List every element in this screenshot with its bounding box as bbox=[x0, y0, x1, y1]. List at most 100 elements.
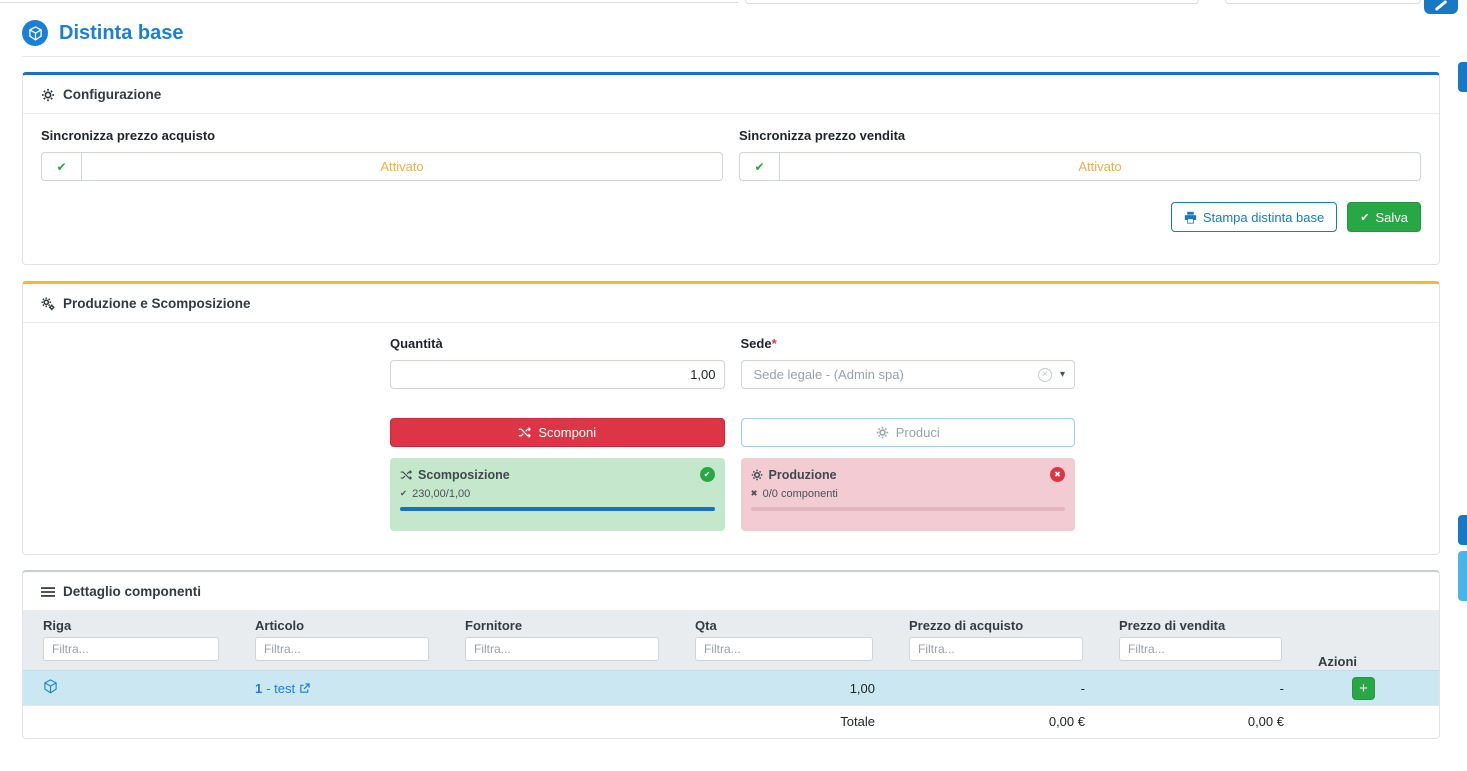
cutoff-panel-edge-middle bbox=[745, 0, 1199, 4]
print-bom-label: Stampa distinta base bbox=[1203, 210, 1324, 225]
decompose-button[interactable]: Scomponi bbox=[390, 418, 725, 447]
column-header-azioni: Azioni bbox=[1298, 611, 1439, 671]
shuffle-icon bbox=[400, 469, 412, 481]
shuffle-icon bbox=[518, 426, 531, 439]
totals-prezzo-vendita: 0,00 € bbox=[1099, 706, 1298, 739]
column-header-articolo: Articolo bbox=[235, 611, 445, 634]
article-ref: 1 bbox=[255, 681, 262, 696]
cutoff-side-button-bottom[interactable] bbox=[1458, 551, 1467, 601]
cross-icon: ✖ bbox=[751, 489, 758, 499]
components-panel: Dettaglio componenti Riga Articolo Forni… bbox=[22, 570, 1440, 739]
cross-circle-icon: ✖ bbox=[1050, 467, 1065, 482]
cutoff-panel-edge-right bbox=[1225, 0, 1421, 4]
chevron-down-icon: ▾ bbox=[1060, 369, 1065, 380]
save-button[interactable]: ✔ Salva bbox=[1347, 202, 1421, 232]
sync-sale-price-field: Sincronizza prezzo vendita ✔ Attivato bbox=[739, 128, 1421, 181]
table-header-row: Riga Articolo Fornitore Qta Prezzo di ac… bbox=[23, 611, 1439, 634]
prezzo-vendita-cell: - bbox=[1099, 671, 1298, 706]
gear-icon bbox=[876, 426, 889, 439]
add-component-button[interactable]: + bbox=[1352, 677, 1375, 700]
page-title: Distinta base bbox=[59, 22, 183, 45]
check-circle-icon: ✔ bbox=[700, 467, 715, 482]
scomposizione-status: 230,00/1,00 bbox=[412, 488, 470, 500]
azioni-cell: + bbox=[1298, 671, 1439, 706]
gear-icon bbox=[751, 469, 763, 481]
column-header-prezzo-acquisto: Prezzo di acquisto bbox=[889, 611, 1099, 634]
produce-column: Sede* Sede legale - (Admin spa) × ▾ Prod… bbox=[741, 336, 1076, 531]
printer-icon bbox=[1184, 211, 1197, 224]
scomposizione-card: Scomposizione ✔ ✔ 230,00/1,00 bbox=[390, 458, 725, 531]
gear-icon bbox=[41, 88, 55, 102]
check-icon: ✔ bbox=[400, 489, 407, 499]
article-name: - test bbox=[266, 681, 295, 696]
plus-icon: + bbox=[1359, 681, 1368, 696]
filter-prezzo-vendita-input[interactable] bbox=[1119, 637, 1282, 661]
scomposizione-card-title: Scomposizione bbox=[418, 468, 510, 482]
cutoff-panel-edge-left bbox=[0, 0, 738, 3]
components-panel-header: Dettaglio componenti bbox=[23, 572, 1439, 611]
column-header-riga: Riga bbox=[23, 611, 235, 634]
page-header: Distinta base bbox=[22, 10, 1440, 57]
table-filter-row bbox=[23, 634, 1439, 671]
totals-prezzo-acquisto: 0,00 € bbox=[889, 706, 1099, 739]
article-link[interactable]: 1 - test bbox=[255, 681, 310, 696]
required-asterisk: * bbox=[772, 336, 777, 351]
bom-module-icon bbox=[22, 20, 48, 46]
totals-row: Totale 0,00 € 0,00 € bbox=[23, 706, 1439, 739]
filter-articolo-input[interactable] bbox=[255, 637, 429, 661]
qta-cell: 1,00 bbox=[675, 671, 889, 706]
save-label: Salva bbox=[1375, 210, 1408, 225]
prezzo-acquisto-cell: - bbox=[889, 671, 1099, 706]
quantity-label: Quantità bbox=[390, 336, 725, 351]
sync-purchase-price-value[interactable]: Attivato bbox=[81, 152, 723, 181]
riga-cell bbox=[23, 671, 235, 706]
decompose-label: Scomponi bbox=[538, 425, 596, 440]
panel-title: Produzione e Scomposizione bbox=[63, 296, 251, 311]
cube-icon bbox=[43, 679, 58, 694]
filter-qta-input[interactable] bbox=[695, 637, 873, 661]
produzione-card-title: Produzione bbox=[769, 468, 837, 482]
sede-label: Sede* bbox=[741, 336, 1076, 351]
check-icon: ✔ bbox=[56, 160, 66, 174]
scomposizione-progress bbox=[400, 507, 715, 511]
check-icon: ✔ bbox=[1360, 211, 1369, 224]
sede-select[interactable]: Sede legale - (Admin spa) × ▾ bbox=[741, 360, 1076, 389]
configuration-panel-header: Configurazione bbox=[23, 75, 1439, 114]
articolo-cell: 1 - test bbox=[235, 671, 445, 706]
filter-fornitore-input[interactable] bbox=[465, 637, 659, 661]
cutoff-side-button-top[interactable] bbox=[1458, 62, 1467, 92]
production-panel-header: Produzione e Scomposizione bbox=[23, 284, 1439, 323]
filter-riga-input[interactable] bbox=[43, 637, 219, 661]
cutoff-side-button-middle[interactable] bbox=[1458, 515, 1467, 545]
sync-sale-toggle-check[interactable]: ✔ bbox=[739, 152, 779, 181]
sync-sale-price-label: Sincronizza prezzo vendita bbox=[739, 128, 1421, 143]
produzione-progress bbox=[751, 507, 1066, 511]
sync-sale-price-value[interactable]: Attivato bbox=[779, 152, 1421, 181]
totals-label: Totale bbox=[675, 706, 889, 739]
sync-purchase-price-label: Sincronizza prezzo acquisto bbox=[41, 128, 723, 143]
sync-purchase-price-field: Sincronizza prezzo acquisto ✔ Attivato bbox=[41, 128, 723, 181]
clear-icon[interactable]: × bbox=[1038, 368, 1052, 382]
produce-button[interactable]: Produci bbox=[741, 418, 1076, 447]
external-link-icon bbox=[299, 683, 310, 694]
filter-prezzo-acquisto-input[interactable] bbox=[909, 637, 1083, 661]
panel-title: Dettaglio componenti bbox=[63, 584, 201, 599]
components-table: Riga Articolo Fornitore Qta Prezzo di ac… bbox=[23, 611, 1439, 738]
production-panel: Produzione e Scomposizione Quantità Scom… bbox=[22, 281, 1440, 555]
configuration-panel: Configurazione Sincronizza prezzo acquis… bbox=[22, 72, 1440, 265]
column-header-prezzo-vendita: Prezzo di vendita bbox=[1099, 611, 1298, 634]
column-header-fornitore: Fornitore bbox=[445, 611, 675, 634]
panel-title: Configurazione bbox=[63, 87, 161, 102]
produzione-status: 0/0 componenti bbox=[763, 488, 838, 500]
table-row: 1 - test 1,00 - - + bbox=[23, 671, 1439, 706]
list-icon bbox=[41, 585, 55, 599]
decompose-column: Quantità Scomponi Scomposizione ✔ ✔ 230,… bbox=[390, 336, 725, 531]
sede-selected-value: Sede legale - (Admin spa) bbox=[754, 367, 1038, 382]
quantity-input[interactable] bbox=[390, 360, 725, 389]
print-bom-button[interactable]: Stampa distinta base bbox=[1171, 202, 1337, 232]
sync-purchase-toggle-check[interactable]: ✔ bbox=[41, 152, 81, 181]
check-icon: ✔ bbox=[754, 160, 764, 174]
produce-label: Produci bbox=[896, 425, 940, 440]
produzione-card: Produzione ✖ ✖ 0/0 componenti bbox=[741, 458, 1076, 531]
column-header-qta: Qta bbox=[675, 611, 889, 634]
